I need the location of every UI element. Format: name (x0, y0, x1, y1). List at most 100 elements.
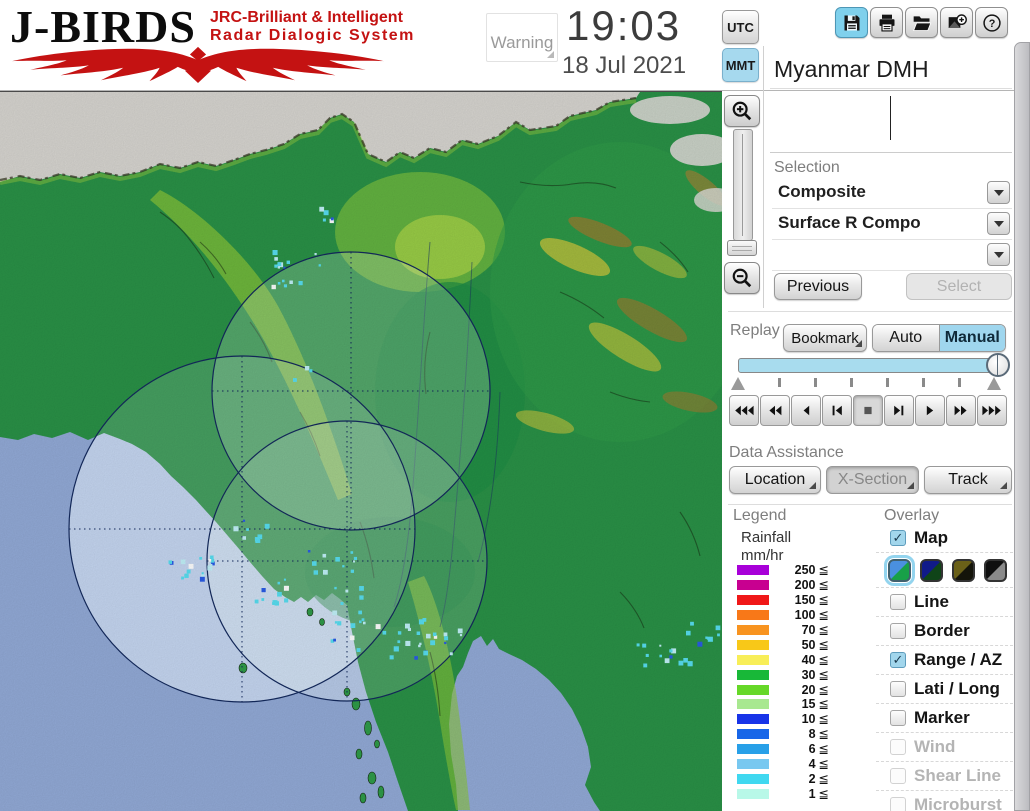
panel-splitter[interactable] (1014, 42, 1030, 811)
help-button[interactable]: ? (975, 7, 1008, 38)
zoom-in-icon (732, 101, 752, 121)
open-folder-button[interactable] (905, 7, 938, 38)
location-button[interactable]: Location (729, 466, 821, 494)
overlay-item-microburst[interactable]: Microburst (876, 791, 1013, 811)
legend-lte-symbol: ≦ (818, 681, 829, 697)
legend-row: 20 ≦ (737, 682, 829, 697)
rewind-triple-button[interactable] (729, 395, 759, 426)
timeline-start-marker[interactable] (731, 377, 745, 390)
stop-button[interactable] (853, 395, 883, 426)
legend-lte-symbol: ≦ (818, 666, 829, 682)
play-icon (926, 405, 934, 416)
map-style-swatch[interactable] (884, 554, 915, 586)
add-image-icon (948, 13, 967, 28)
legend-lte-symbol: ≦ (818, 607, 829, 623)
step-back-button[interactable] (791, 395, 821, 426)
overlay-item-border[interactable]: Border (876, 617, 1013, 646)
warning-button[interactable]: Warning (486, 13, 558, 62)
chevron-down-icon[interactable] (987, 243, 1010, 266)
overlay-item-shear-line[interactable]: Shear Line (876, 762, 1013, 791)
overlay-item-label: Line (914, 592, 949, 611)
auto-mode-button[interactable]: Auto (873, 325, 940, 351)
timeline-tick (850, 378, 853, 387)
replay-mode-toggle: Auto Manual (872, 324, 1006, 352)
radar-map-viewport[interactable] (0, 90, 722, 811)
dropdown-empty[interactable] (772, 240, 1012, 271)
legend-value: 30 (801, 667, 816, 682)
clock-date: 18 Jul 2021 (562, 52, 687, 79)
overlay-item-label: Microburst (914, 795, 1002, 811)
frame-forward-button[interactable] (884, 395, 914, 426)
forward-double-button[interactable] (946, 395, 976, 426)
eagle-logo-icon (12, 46, 384, 84)
legend-row: 50 ≦ (737, 637, 829, 652)
zoom-in-button[interactable] (724, 95, 760, 127)
checkbox[interactable]: ✓ (890, 530, 906, 546)
x-section-button[interactable]: X-Section (826, 466, 919, 494)
chevron-down-icon[interactable] (987, 212, 1010, 235)
overlay-item-marker[interactable]: Marker (876, 704, 1013, 733)
track-button[interactable]: Track (924, 466, 1012, 494)
rewind-double-button[interactable] (760, 395, 790, 426)
legend-color-swatch (737, 699, 769, 710)
radar-map[interactable] (0, 92, 722, 811)
legend-color-swatch (737, 580, 769, 591)
zoom-slider-handle[interactable] (727, 240, 757, 256)
checkbox[interactable] (890, 623, 906, 639)
timeline-end-marker[interactable] (987, 377, 1001, 390)
dropdown-composite[interactable]: Composite (772, 178, 1012, 209)
map-style-swatch[interactable] (984, 558, 1007, 582)
legend-lte-symbol: ≦ (818, 711, 829, 727)
overlay-item-lati-long[interactable]: Lati / Long (876, 675, 1013, 704)
legend-value: 1 (808, 786, 816, 801)
print-button[interactable] (870, 7, 903, 38)
overlay-item-range-az[interactable]: ✓ Range / AZ (876, 646, 1013, 675)
replay-slider-handle[interactable] (986, 353, 1010, 377)
dropdown-product[interactable]: Surface R Compo (772, 209, 1012, 240)
zoom-slider-track[interactable] (733, 129, 753, 241)
folder-open-icon (912, 15, 931, 31)
add-image-button[interactable] (940, 7, 973, 38)
overlay-item-map[interactable]: ✓ Map (876, 524, 1013, 553)
legend-value: 10 (801, 712, 816, 727)
manual-mode-button[interactable]: Manual (939, 325, 1005, 351)
legend-row: 30 ≦ (737, 667, 829, 682)
legend-color-swatch (737, 729, 769, 740)
checkbox[interactable] (890, 768, 906, 784)
forward-triple-button[interactable] (977, 395, 1007, 426)
legend-value: 70 (801, 623, 816, 637)
legend-lte-symbol: ≦ (818, 741, 829, 757)
checkbox[interactable] (890, 797, 906, 811)
checkbox[interactable] (890, 739, 906, 755)
timeline-tick (814, 378, 817, 387)
mmt-button[interactable]: MMT (722, 48, 759, 82)
checkbox[interactable] (890, 681, 906, 697)
map-style-swatch[interactable] (920, 558, 943, 582)
station-info-divider (890, 96, 891, 140)
zoom-out-icon (732, 268, 752, 288)
checkbox[interactable] (890, 594, 906, 610)
rewind-double-icon (769, 405, 782, 416)
utc-button[interactable]: UTC (722, 10, 759, 44)
rewind-triple-icon (735, 405, 754, 416)
legend-row: 150 ≦ (737, 593, 829, 608)
select-button[interactable]: Select (906, 273, 1012, 300)
save-button[interactable] (835, 7, 868, 38)
bookmark-button[interactable]: Bookmark (783, 324, 867, 352)
replay-timeline-slider[interactable] (738, 358, 1002, 373)
checkbox[interactable] (890, 710, 906, 726)
frame-back-button[interactable] (822, 395, 852, 426)
overlay-item-line[interactable]: Line (876, 588, 1013, 617)
checkbox[interactable]: ✓ (890, 652, 906, 668)
previous-button[interactable]: Previous (774, 273, 862, 300)
stop-icon (864, 406, 872, 415)
data-assistance-label: Data Assistance (729, 444, 844, 461)
replay-section-label: Replay (730, 322, 780, 339)
forward-double-icon (954, 405, 967, 416)
play-button[interactable] (915, 395, 945, 426)
map-style-swatch[interactable] (952, 558, 975, 582)
zoom-out-button[interactable] (724, 262, 760, 294)
divider (728, 504, 1012, 505)
overlay-item-wind[interactable]: Wind (876, 733, 1013, 762)
chevron-down-icon[interactable] (987, 181, 1010, 204)
